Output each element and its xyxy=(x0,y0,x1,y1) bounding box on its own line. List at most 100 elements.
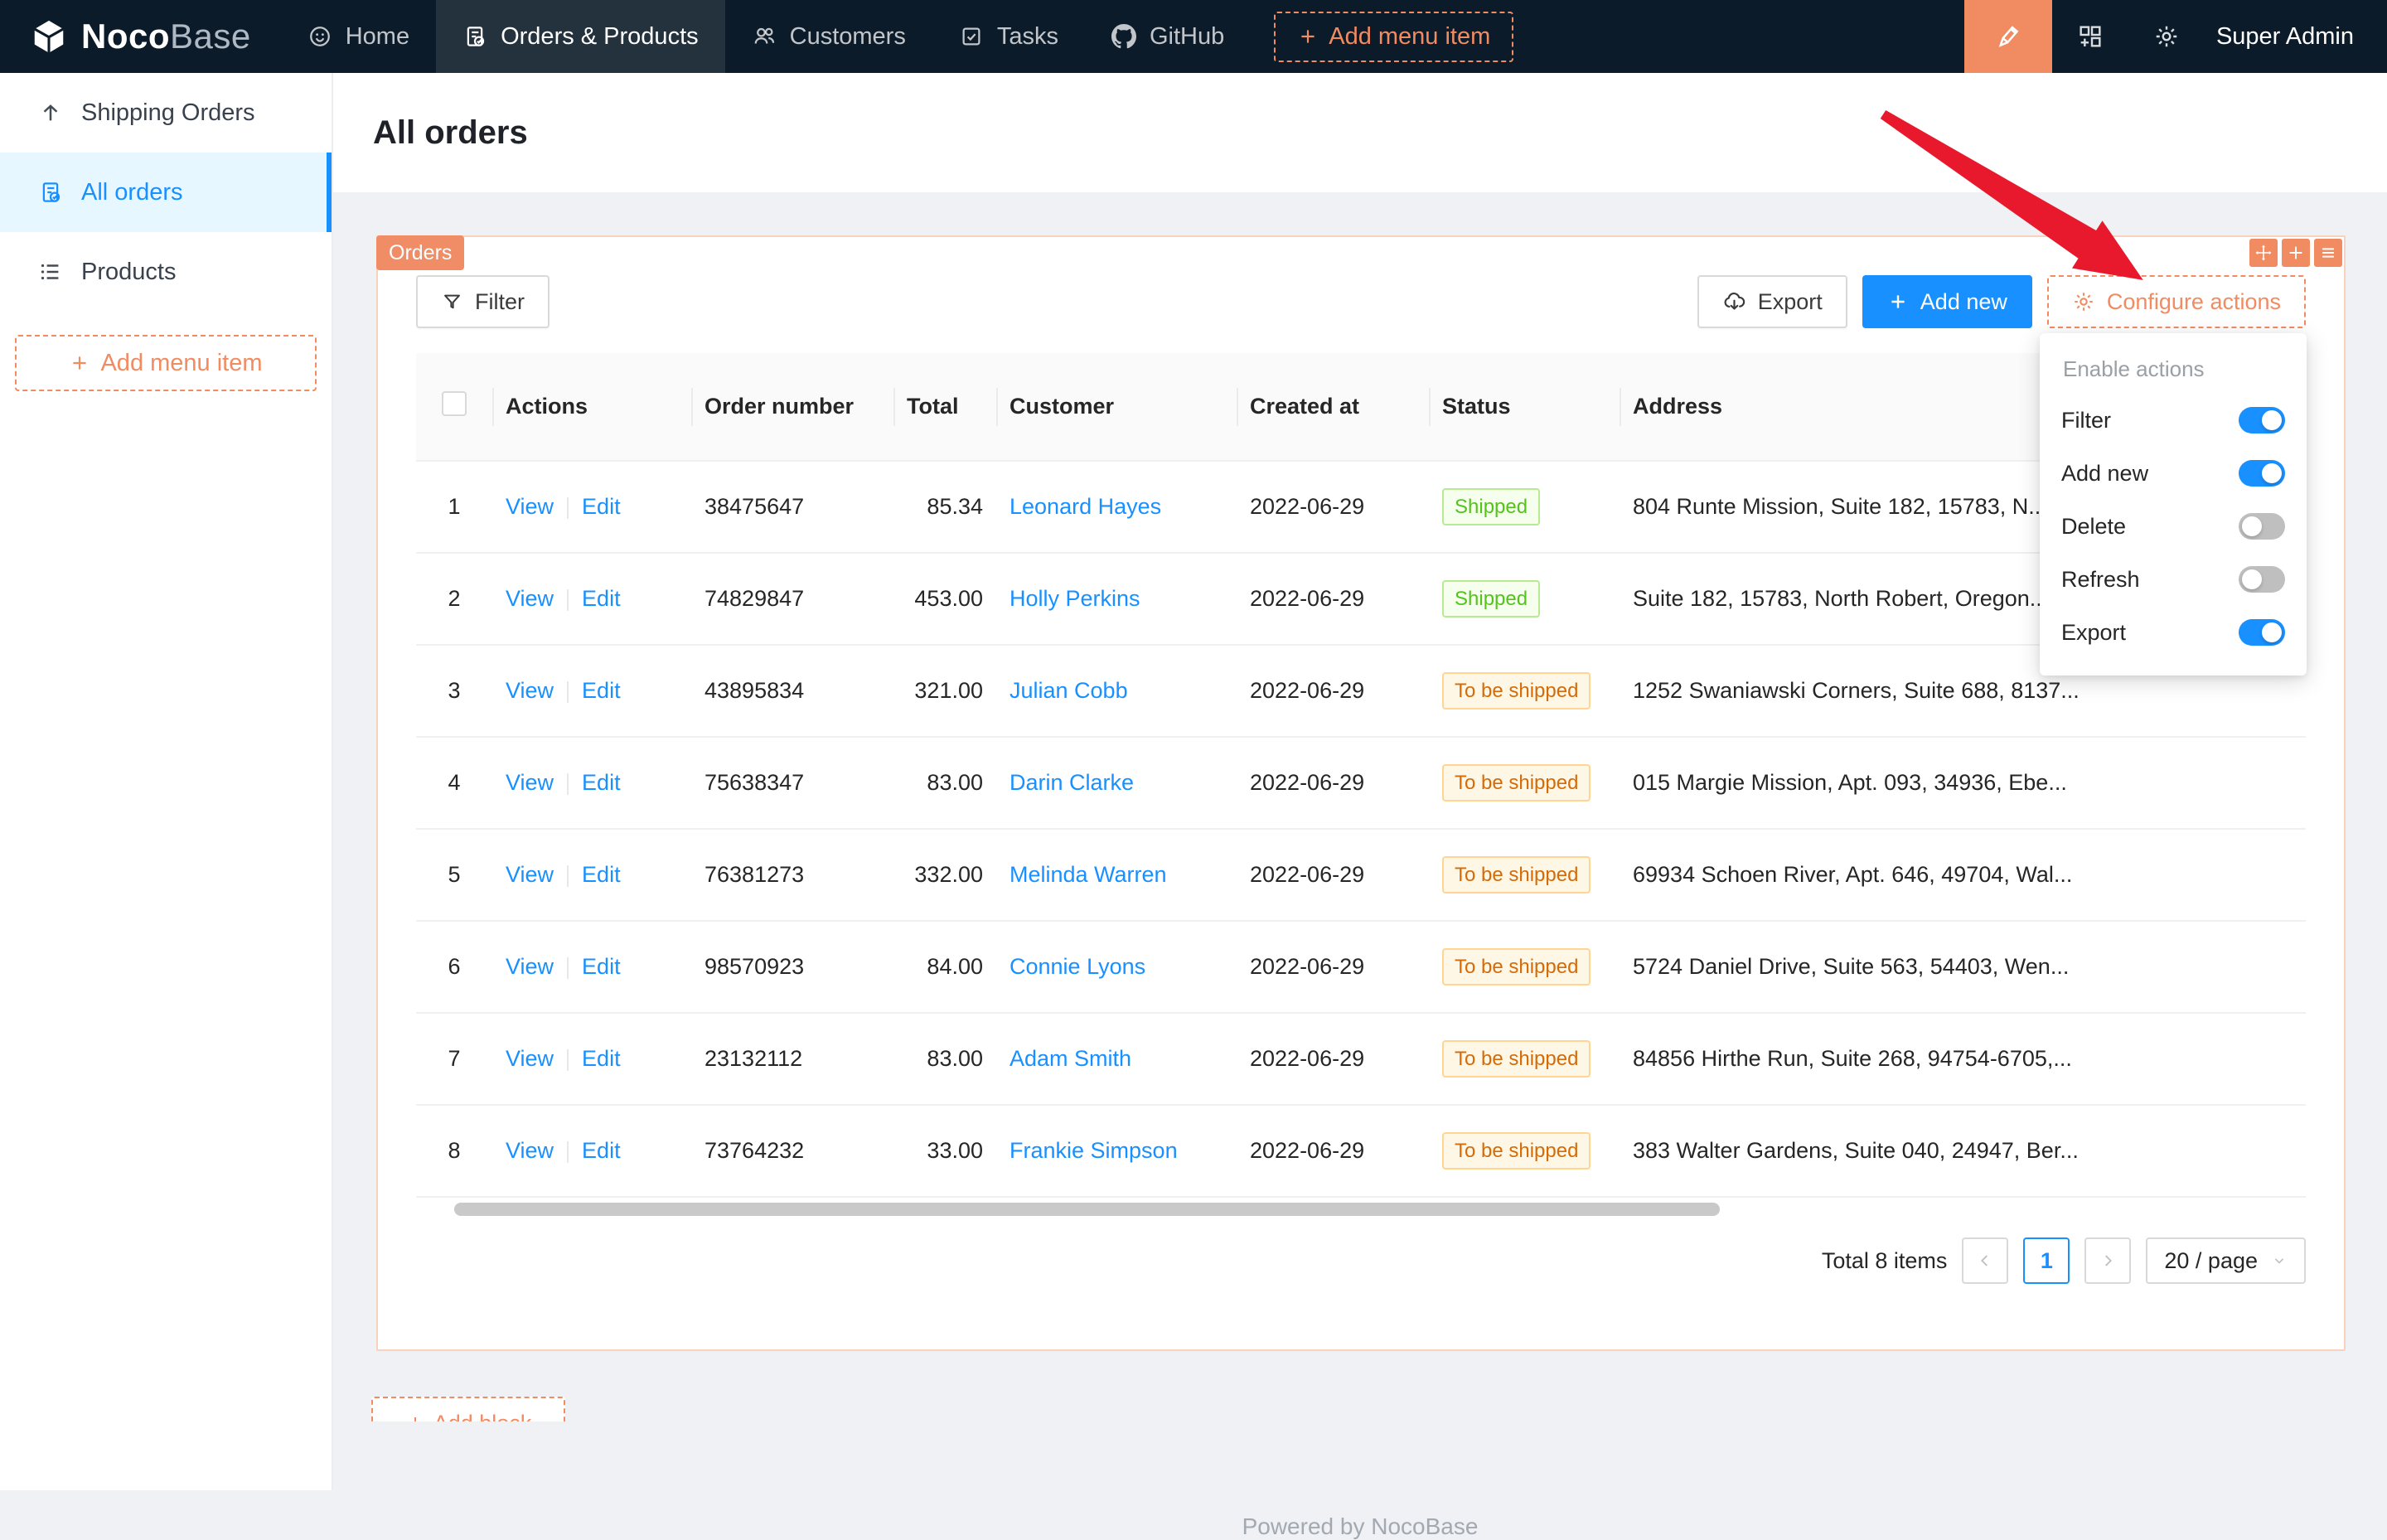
row-index: 1 xyxy=(448,494,460,519)
export-button[interactable]: Export xyxy=(1697,275,1847,328)
nav-item-orders-products[interactable]: Orders & Products xyxy=(436,0,725,73)
sidebar-item-shipping-orders[interactable]: Shipping Orders xyxy=(0,73,332,153)
link-divider xyxy=(567,1141,569,1163)
scrollbar-thumb[interactable] xyxy=(454,1203,1720,1216)
table-row[interactable]: 7 ViewEdit 23132112 83.00 Adam Smith 202… xyxy=(416,1013,2306,1105)
nav-add-menu-item-button[interactable]: Add menu item xyxy=(1274,12,1513,62)
customer-link[interactable]: Adam Smith xyxy=(1010,1046,1131,1071)
configure-actions-dropdown: Enable actions Filter Add new Delete Ref… xyxy=(2040,333,2307,676)
prev-page-button[interactable] xyxy=(1962,1237,2008,1284)
edit-link[interactable]: Edit xyxy=(582,678,621,703)
created-at-cell: 2022-06-29 xyxy=(1250,862,1364,887)
add-block-icon[interactable] xyxy=(2282,239,2310,267)
smile-icon xyxy=(307,24,332,49)
ui-editor-button[interactable] xyxy=(1964,0,2052,73)
enable-action-filter[interactable]: Filter xyxy=(2040,394,2307,447)
table-row[interactable]: 2 ViewEdit 74829847 453.00 Holly Perkins… xyxy=(416,553,2306,645)
toggle-knob xyxy=(2242,516,2262,536)
export-toggle[interactable] xyxy=(2239,619,2285,646)
table-row[interactable]: 3 ViewEdit 43895834 321.00 Julian Cobb 2… xyxy=(416,645,2306,737)
sidebar-add-menu-item-button[interactable]: Add menu item xyxy=(15,335,317,391)
view-link[interactable]: View xyxy=(506,586,554,611)
customer-link[interactable]: Connie Lyons xyxy=(1010,954,1145,979)
table-header-row: Actions Order number Total Customer Crea… xyxy=(416,353,2306,461)
select-all-checkbox[interactable] xyxy=(442,391,467,416)
filter-button[interactable]: Filter xyxy=(416,275,550,328)
enable-action-delete[interactable]: Delete xyxy=(2040,500,2307,553)
page-number-1[interactable]: 1 xyxy=(2023,1237,2070,1284)
customer-link[interactable]: Melinda Warren xyxy=(1010,862,1167,887)
row-index: 2 xyxy=(448,586,460,611)
page-size-select[interactable]: 20 / page xyxy=(2146,1237,2306,1284)
refresh-toggle[interactable] xyxy=(2239,566,2285,593)
nav-item-github[interactable]: GitHub xyxy=(1085,0,1251,73)
page-size-value: 20 / page xyxy=(2164,1248,2258,1274)
edit-link[interactable]: Edit xyxy=(582,770,621,795)
customer-link[interactable]: Holly Perkins xyxy=(1010,586,1140,611)
edit-link[interactable]: Edit xyxy=(582,862,621,887)
view-link[interactable]: View xyxy=(506,494,554,519)
table-row[interactable]: 5 ViewEdit 76381273 332.00 Melinda Warre… xyxy=(416,829,2306,921)
customer-link[interactable]: Frankie Simpson xyxy=(1010,1138,1178,1163)
filter-toggle[interactable] xyxy=(2239,407,2285,433)
enable-action-refresh[interactable]: Refresh xyxy=(2040,553,2307,606)
settings-button[interactable] xyxy=(2153,23,2180,50)
block-menu-icon[interactable] xyxy=(2314,239,2342,267)
order-number-cell: 38475647 xyxy=(704,494,804,519)
pagination: Total 8 items 1 20 / page xyxy=(416,1237,2306,1284)
gear-icon xyxy=(2153,23,2180,50)
status-tag: To be shipped xyxy=(1442,672,1591,709)
horizontal-scrollbar xyxy=(454,1203,2268,1216)
order-number-cell: 43895834 xyxy=(704,678,804,703)
nocobase-logo[interactable]: NocoBase xyxy=(0,0,281,73)
table-row[interactable]: 4 ViewEdit 75638347 83.00 Darin Clarke 2… xyxy=(416,737,2306,829)
edit-link[interactable]: Edit xyxy=(582,1138,621,1163)
page-title: All orders xyxy=(373,114,528,152)
view-link[interactable]: View xyxy=(506,770,554,795)
nav-item-tasks[interactable]: Tasks xyxy=(932,0,1085,73)
main-area: All orders Orders Filter Export xyxy=(333,73,2387,1490)
customer-link[interactable]: Darin Clarke xyxy=(1010,770,1134,795)
view-link[interactable]: View xyxy=(506,862,554,887)
table-row[interactable]: 8 ViewEdit 73764232 33.00 Frankie Simpso… xyxy=(416,1105,2306,1197)
current-user[interactable]: Super Admin xyxy=(2216,23,2354,51)
next-page-button[interactable] xyxy=(2084,1237,2131,1284)
view-link[interactable]: View xyxy=(506,678,554,703)
export-button-label: Export xyxy=(1758,289,1823,315)
table-row[interactable]: 1 ViewEdit 38475647 85.34 Leonard Hayes … xyxy=(416,461,2306,553)
powered-by-footer: Powered by NocoBase xyxy=(333,1513,2387,1540)
configure-actions-button[interactable]: Configure actions xyxy=(2047,275,2306,328)
edit-link[interactable]: Edit xyxy=(582,586,621,611)
edit-link[interactable]: Edit xyxy=(582,954,621,979)
customer-link[interactable]: Leonard Hayes xyxy=(1010,494,1161,519)
enable-action-label: Add new xyxy=(2061,461,2239,487)
edit-link[interactable]: Edit xyxy=(582,1046,621,1071)
nav-item-home[interactable]: Home xyxy=(281,0,436,73)
view-link[interactable]: View xyxy=(506,954,554,979)
sidebar-item-products[interactable]: Products xyxy=(0,232,332,312)
table-row[interactable]: 6 ViewEdit 98570923 84.00 Connie Lyons 2… xyxy=(416,921,2306,1013)
view-link[interactable]: View xyxy=(506,1138,554,1163)
nav-item-customers[interactable]: Customers xyxy=(725,0,932,73)
enable-action-label: Delete xyxy=(2061,514,2239,540)
sidebar-item-all-orders[interactable]: All orders xyxy=(0,153,332,232)
add-new-toggle[interactable] xyxy=(2239,460,2285,487)
link-divider xyxy=(567,589,569,611)
nav-item-label: Tasks xyxy=(997,23,1058,51)
enable-action-export[interactable]: Export xyxy=(2040,606,2307,659)
edit-link[interactable]: Edit xyxy=(582,494,621,519)
address-cell: 015 Margie Mission, Apt. 093, 34936, Ebe… xyxy=(1633,770,2067,795)
add-new-button[interactable]: Add new xyxy=(1862,275,2032,328)
drag-handle-icon[interactable] xyxy=(2249,239,2278,267)
order-doc-icon xyxy=(38,180,63,205)
delete-toggle[interactable] xyxy=(2239,513,2285,540)
row-index: 4 xyxy=(448,770,460,795)
plugin-manager-button[interactable] xyxy=(2077,23,2104,50)
view-link[interactable]: View xyxy=(506,1046,554,1071)
gear-icon xyxy=(2072,290,2095,313)
pagination-total: Total 8 items xyxy=(1822,1248,1948,1274)
add-block-button[interactable]: Add block xyxy=(371,1397,565,1421)
customer-link[interactable]: Julian Cobb xyxy=(1010,678,1128,703)
table-toolbar: Filter Export Add new Configure actions xyxy=(416,275,2306,328)
enable-action-add-new[interactable]: Add new xyxy=(2040,447,2307,500)
